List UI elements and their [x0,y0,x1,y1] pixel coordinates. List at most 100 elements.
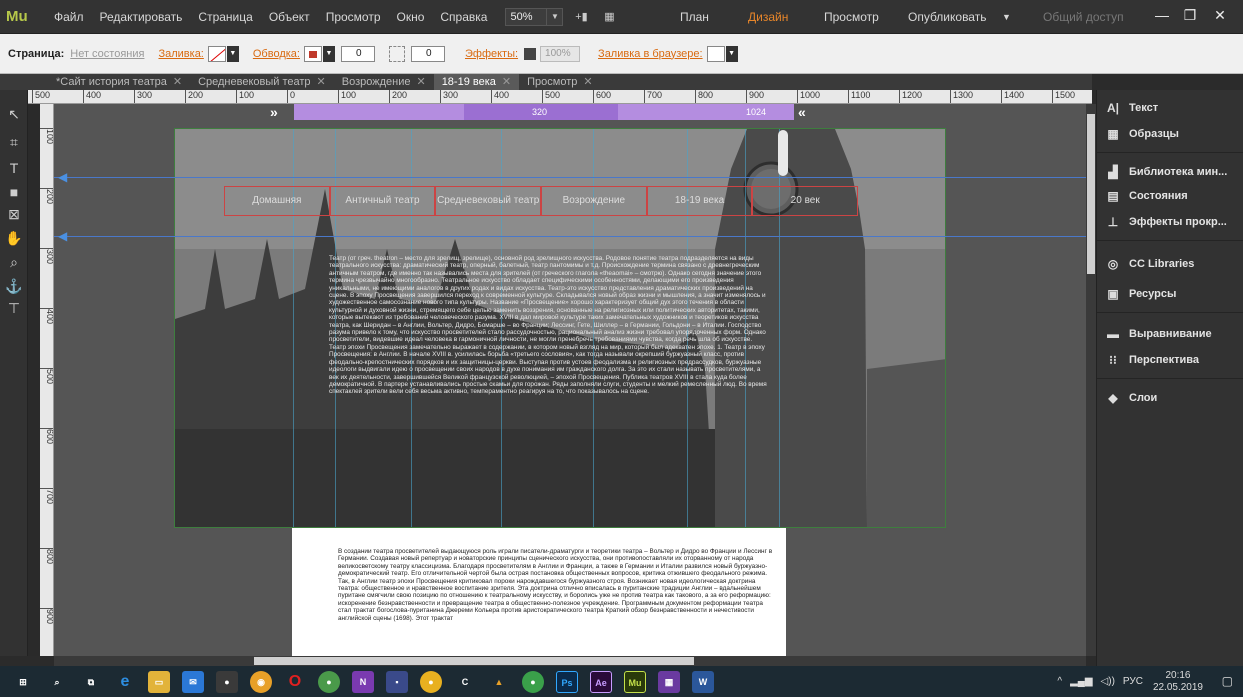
panel-perspective[interactable]: ⁝⁝ Перспектива [1105,350,1199,370]
nav-item-18-19[interactable]: 18-19 века [646,186,753,216]
app-icon[interactable]: ● [216,670,238,693]
search-icon[interactable]: ⌕ [46,671,68,693]
menu-help[interactable]: Справка [432,0,495,34]
lower-body-text[interactable]: В создании театра просветителей выдающую… [338,548,778,656]
tab-medieval[interactable]: Средневековый театр ✕ [190,74,334,90]
live-icon[interactable]: ▪ [386,670,408,693]
menu-page[interactable]: Страница [190,0,260,34]
mode-design[interactable]: Дизайн [748,0,788,34]
panel-scroll-effects[interactable]: ⊥ Эффекты прокр... [1105,212,1227,232]
photoshop-icon[interactable]: Ps [556,670,578,693]
panel-assets[interactable]: ▣ Ресурсы [1105,284,1176,304]
effects-icon[interactable] [524,47,537,60]
rectangle-icon[interactable]: ■ [4,182,24,202]
tray-arrow-icon[interactable]: ^ [1057,676,1062,687]
zoom-control[interactable]: 50% ▼ [505,7,564,26]
close-icon[interactable]: ✕ [502,76,511,88]
menu-object[interactable]: Объект [261,0,318,34]
corner-radius-input[interactable]: 0 [410,45,445,62]
opera-icon[interactable]: O [284,671,306,693]
nav-item-renaissance[interactable]: Возрождение [541,186,647,216]
horizontal-guide[interactable] [54,177,1086,178]
fill-chevron-icon[interactable]: ▼ [226,45,239,62]
zoom-value[interactable]: 50% [505,7,548,26]
close-icon[interactable]: ✕ [173,76,182,88]
close-icon[interactable]: ✕ [583,76,592,88]
crop-icon[interactable]: ⌗ [4,132,24,152]
panel-cc-libraries[interactable]: ◎ CC Libraries [1105,254,1195,274]
page-area[interactable]: В создании театра просветителей выдающую… [292,528,786,656]
windows-start-icon[interactable]: ⊞ [12,671,34,693]
hand-icon[interactable]: ✋ [4,228,24,248]
scroll-thumb[interactable] [254,657,694,665]
guide-marker-icon[interactable]: ◀ [58,170,67,184]
text-tool-icon[interactable]: T [4,158,24,178]
page-state-link[interactable]: Нет состояния [70,48,144,60]
menu-window[interactable]: Окно [389,0,433,34]
stroke-chevron-icon[interactable]: ▼ [322,45,335,62]
panel-library[interactable]: ▟ Библиотека мин... [1105,162,1227,182]
image-frame-icon[interactable]: ⊠ [4,204,24,224]
nav-item-antique[interactable]: Античный театр [329,186,436,216]
stroke-swatch[interactable] [303,45,322,62]
horizontal-guide[interactable] [54,236,1086,237]
publish-chevron-icon[interactable]: ▼ [1002,0,1011,34]
task-view-icon[interactable]: ⧉ [80,671,102,693]
stroke-link[interactable]: Обводка: [253,48,300,60]
breakpoint-bar[interactable]: » 320 1024 « [270,104,806,120]
file-explorer-icon[interactable]: ▭ [148,670,170,693]
browser-fill-link[interactable]: Заливка в браузере: [598,48,703,60]
menu-view[interactable]: Просмотр [318,0,389,34]
grid-icon[interactable]: ▦ [599,8,619,26]
browser-fill-swatch[interactable] [706,45,725,62]
breakpoint-left-arrow-icon[interactable]: » [270,104,278,120]
media-icon[interactable]: ● [420,670,442,693]
guide-marker-icon[interactable]: ◀ [58,229,67,243]
mode-publish[interactable]: Опубликовать [908,0,986,34]
opacity-input[interactable]: 100% [540,45,581,62]
browser-fill-chevron-icon[interactable]: ▼ [725,45,738,62]
menu-edit[interactable]: Редактировать [92,0,191,34]
panel-align[interactable]: ▬ Выравнивание [1105,324,1212,344]
effects-link[interactable]: Эффекты: [465,48,518,60]
vlc-icon[interactable]: ▲ [488,671,510,693]
anchor-icon[interactable]: ⚓ [4,276,24,296]
breakpoint-handle[interactable] [778,130,788,176]
minimize-icon[interactable]: — [1148,6,1176,24]
onenote-icon[interactable]: N [352,670,374,693]
close-icon[interactable]: ✕ [416,76,425,88]
nav-item-20[interactable]: 20 век [752,186,859,216]
zoom-icon[interactable]: ⌕ [4,252,24,272]
close-icon[interactable]: ✕ [1206,6,1234,24]
panel-layers[interactable]: ◆ Слои [1105,388,1157,408]
vertical-ruler[interactable]: 100 200 300 400 500 600 700 800 900 [40,104,54,656]
notifications-icon[interactable]: ▢ [1222,674,1233,688]
mode-plan[interactable]: План [680,0,709,34]
muse-icon[interactable]: Mu [624,670,646,693]
edge-icon[interactable]: e [114,671,136,693]
tab-18-19[interactable]: 18-19 века ✕ [433,74,520,90]
fill-link[interactable]: Заливка: [158,48,203,60]
breakpoint-right-arrow-icon[interactable]: « [798,104,806,120]
word-icon[interactable]: W [692,670,714,693]
ccleaner-icon[interactable]: C [454,671,476,693]
panel-swatches[interactable]: ▦ Образцы [1105,124,1179,144]
panel-states[interactable]: ▤ Состояния [1105,186,1187,206]
close-icon[interactable]: ✕ [317,76,326,88]
horizontal-ruler[interactable]: 500 400 300 200 100 0 100 200 300 400 500 600 700 800… [28,90,1092,104]
design-canvas[interactable]: » 320 1024 « Театр (от греч. theatron – … [54,104,1086,656]
browser-icon[interactable]: ● [522,670,544,693]
after-effects-icon[interactable]: Ae [590,670,612,693]
breakpoint-right[interactable]: 1024 [746,104,766,120]
panel-text[interactable]: A| Текст [1105,98,1158,118]
tab-preview[interactable]: Просмотр ✕ [519,74,600,90]
scroll-thumb[interactable] [1087,114,1095,274]
nav-item-medieval[interactable]: Средневековый театр [435,186,542,216]
chevron-down-icon[interactable]: ▼ [547,7,564,26]
network-icon[interactable]: ▂▄▆ [1070,676,1092,687]
selection-icon[interactable]: ↖ [4,104,24,124]
hero-body-text[interactable]: Театр (от греч. theatron – место для зре… [329,255,767,485]
text-frame-icon[interactable]: ⊤ [4,298,24,318]
corner-radius-icon[interactable] [388,45,405,62]
clock[interactable]: 20:16 22.05.2019 [1153,670,1203,694]
